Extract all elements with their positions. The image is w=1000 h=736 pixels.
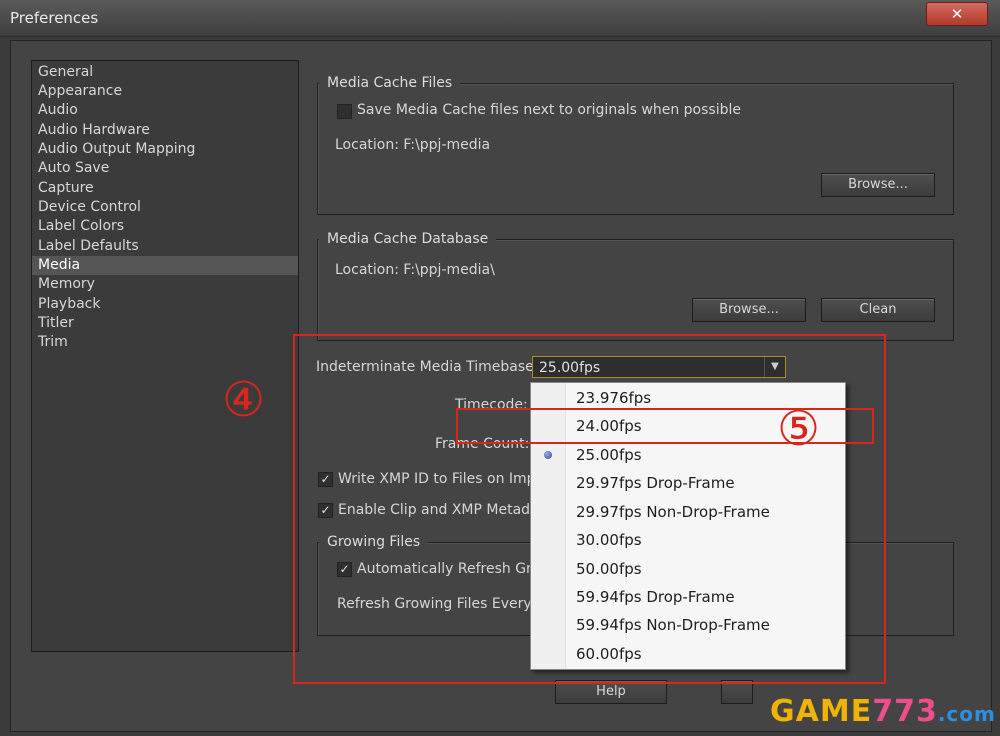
sidebar-item-media[interactable]: Media	[32, 256, 298, 275]
watermark-part3: .com	[937, 702, 996, 726]
media-cache-files-location: Location: F:\ppj-media	[335, 137, 491, 153]
media-cache-database-browse-button[interactable]: Browse...	[692, 298, 806, 322]
sidebar-item-device-control[interactable]: Device Control	[32, 198, 298, 217]
sidebar-item-general[interactable]: General	[32, 63, 298, 82]
media-cache-files-browse-button[interactable]: Browse...	[821, 173, 935, 197]
title-bar: Preferences ✕	[0, 0, 1000, 37]
save-cache-next-to-originals-checkbox[interactable]	[337, 104, 352, 119]
sidebar-item-label-defaults[interactable]: Label Defaults	[32, 237, 298, 256]
sidebar-item-trim[interactable]: Trim	[32, 333, 298, 352]
watermark-logo: GAME773.com	[770, 694, 996, 729]
annotation-step-4: ④	[222, 372, 266, 428]
media-cache-database-legend: Media Cache Database	[319, 231, 497, 247]
close-button[interactable]: ✕	[926, 2, 988, 26]
sidebar-item-audio[interactable]: Audio	[32, 101, 298, 120]
sidebar-item-memory[interactable]: Memory	[32, 275, 298, 294]
media-cache-database-location: Location: F:\ppj-media\	[335, 262, 495, 278]
category-list: General Appearance Audio Audio Hardware …	[31, 60, 299, 652]
sidebar-item-label-colors[interactable]: Label Colors	[32, 217, 298, 236]
media-cache-database-clean-button[interactable]: Clean	[821, 298, 935, 322]
preferences-window: Preferences ✕ General Appearance Audio A…	[0, 0, 1000, 736]
annotation-box-4	[293, 334, 886, 684]
sidebar-item-appearance[interactable]: Appearance	[32, 82, 298, 101]
media-cache-files-legend: Media Cache Files	[319, 75, 461, 91]
sidebar-item-playback[interactable]: Playback	[32, 295, 298, 314]
watermark-part2: 773	[872, 694, 938, 729]
save-cache-next-to-originals-label: Save Media Cache files next to originals…	[357, 102, 741, 118]
watermark-part1: GAME	[770, 694, 873, 729]
sidebar-item-audio-hardware[interactable]: Audio Hardware	[32, 121, 298, 140]
window-title: Preferences	[10, 9, 99, 27]
sidebar-item-titler[interactable]: Titler	[32, 314, 298, 333]
media-cache-database-group	[317, 239, 954, 341]
sidebar-item-capture[interactable]: Capture	[32, 179, 298, 198]
annotation-step-5: ⑤	[777, 401, 821, 457]
sidebar-item-audio-output-mapping[interactable]: Audio Output Mapping	[32, 140, 298, 159]
sidebar-item-auto-save[interactable]: Auto Save	[32, 159, 298, 178]
